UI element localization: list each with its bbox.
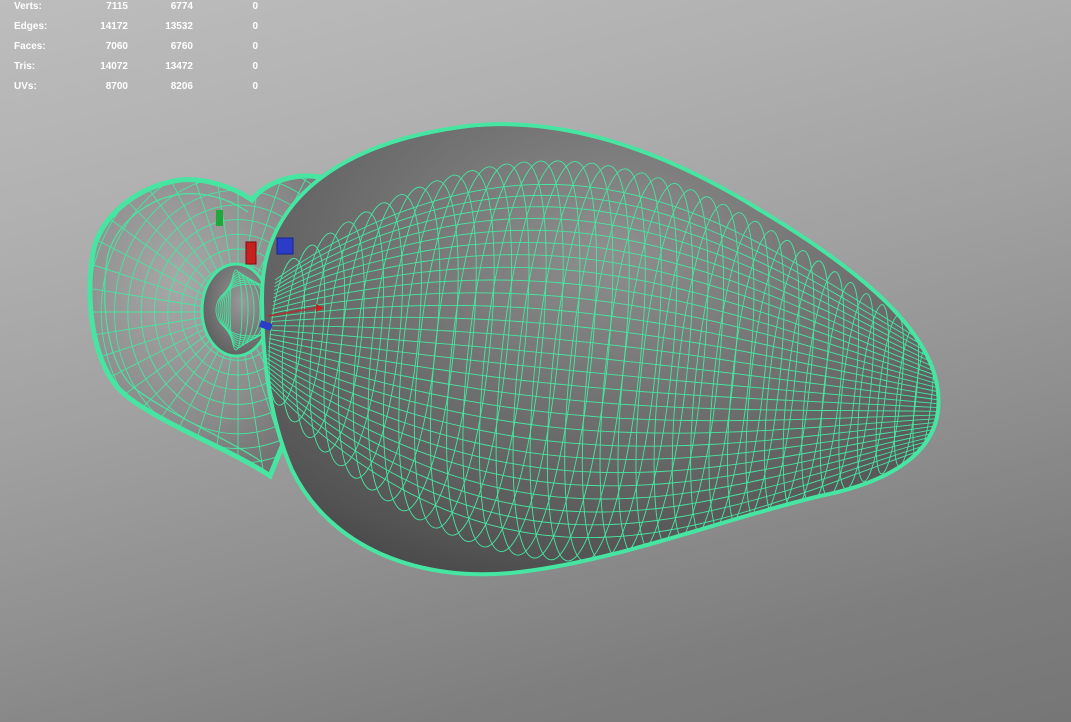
manipulator-y-handle[interactable] <box>216 210 223 226</box>
hud-value-component: 0 <box>252 1 258 12</box>
hud-value-selected: 6760 <box>170 41 193 52</box>
3d-viewport[interactable]: Verts: 7115 6774 0 Edges: 14172 13532 0 … <box>0 0 1071 722</box>
hud-row-faces: Faces: 7060 6760 0 <box>0 40 290 54</box>
hud-value-selected: 13472 <box>165 61 193 72</box>
hud-row-verts: Verts: 7115 6774 0 <box>0 0 290 14</box>
hud-label: Tris: <box>14 61 36 72</box>
hud-value-component: 0 <box>252 41 258 52</box>
hud-value-component: 0 <box>252 21 258 32</box>
manipulator-z-handle[interactable] <box>276 237 294 255</box>
body-shape <box>259 122 941 577</box>
viewport-scene[interactable] <box>0 0 1071 722</box>
hud-value-object: 7060 <box>105 41 128 52</box>
hud-value-object: 14072 <box>100 61 128 72</box>
hud-label: Faces: <box>14 41 46 52</box>
manipulator-x-handle[interactable] <box>245 241 257 265</box>
hud-label: Verts: <box>14 1 42 12</box>
hud-label: UVs: <box>14 81 37 92</box>
hud-value-object: 14172 <box>100 21 128 32</box>
hud-row-tris: Tris: 14072 13472 0 <box>0 60 290 74</box>
hud-value-selected: 8206 <box>170 81 193 92</box>
hud-value-component: 0 <box>252 61 258 72</box>
hud-label: Edges: <box>14 21 48 32</box>
hud-value-selected: 6774 <box>170 1 193 12</box>
heads-up-poly-count: Verts: 7115 6774 0 Edges: 14172 13532 0 … <box>0 0 290 96</box>
hud-value-selected: 13532 <box>165 21 193 32</box>
hud-value-component: 0 <box>252 81 258 92</box>
hud-value-object: 7115 <box>106 1 128 12</box>
hud-value-object: 8700 <box>105 81 128 92</box>
hud-row-edges: Edges: 14172 13532 0 <box>0 20 290 34</box>
hud-row-uvs: UVs: 8700 8206 0 <box>0 80 290 94</box>
body-mesh[interactable] <box>259 122 945 577</box>
